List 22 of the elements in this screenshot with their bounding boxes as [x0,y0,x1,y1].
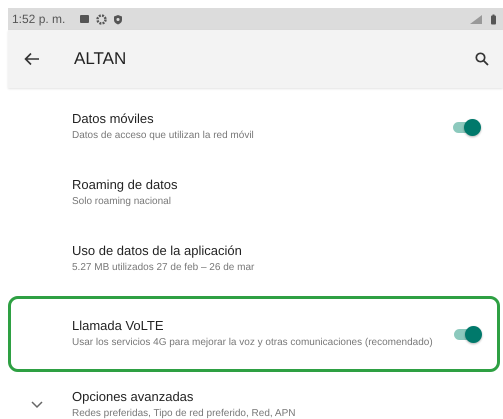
image-icon [79,14,90,24]
setting-summary: Solo roaming nacional [72,195,172,209]
status-time: 1:52 p. m. [12,12,66,26]
setting-summary: Usar los servicios 4G para mejorar la voz y otras comunicaciones (recomendado) [72,336,434,350]
setting-summary: 5.27 MB utilizados 27 de feb – 26 de mar [72,261,256,275]
setting-summary: Redes preferidas, Tipo de red preferido, Red, APN [72,407,296,419]
signal-icon [468,14,484,24]
chevron-down-icon[interactable] [30,401,42,409]
screen-title: ALTAN [74,49,128,69]
back-arrow-icon[interactable] [24,52,40,66]
toggle-switch[interactable] [453,122,479,132]
shield-icon [113,14,124,24]
setting-title[interactable]: Llamada VoLTE [72,318,437,333]
setting-summary: Datos de acceso que utilizan la red móvil [72,129,255,143]
battery-icon [490,14,497,24]
setting-title[interactable]: Opciones avanzadas [72,389,436,404]
setting-title[interactable]: Datos móviles [72,111,436,126]
setting-title[interactable]: Roaming de datos [72,177,436,192]
setting-title[interactable]: Uso de datos de la aplicación [72,243,436,258]
toggle-switch[interactable] [454,328,480,340]
gear-icon [96,14,108,24]
search-icon[interactable] [475,52,489,66]
